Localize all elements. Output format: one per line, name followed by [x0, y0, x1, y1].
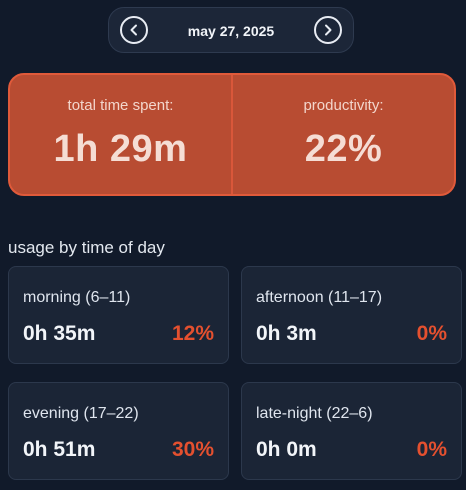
- next-day-button[interactable]: [314, 16, 342, 44]
- summary-card: total time spent: 1h 29m productivity: 2…: [8, 73, 456, 196]
- period-time: 0h 51m: [23, 438, 96, 461]
- productivity-label: productivity:: [303, 97, 384, 114]
- period-name: morning (6–11): [23, 289, 131, 306]
- period-name: afternoon (11–17): [256, 289, 383, 306]
- period-card-evening: evening (17–22) 0h 51m 30%: [8, 382, 229, 480]
- period-name: evening (17–22): [23, 405, 139, 422]
- total-time-section: total time spent: 1h 29m: [10, 75, 231, 194]
- usage-section-title: usage by time of day: [8, 238, 165, 257]
- chevron-left-icon: [130, 24, 137, 36]
- productivity-section: productivity: 22%: [233, 75, 454, 194]
- period-percent: 12%: [171, 322, 214, 345]
- page: may 27, 2025 total time spent: 1h 29m pr…: [0, 0, 466, 490]
- previous-day-button[interactable]: [120, 16, 148, 44]
- period-time: 0h 3m: [256, 322, 317, 345]
- total-time-label: total time spent:: [67, 97, 174, 114]
- period-percent: 0%: [416, 438, 447, 461]
- period-card-afternoon: afternoon (11–17) 0h 3m 0%: [241, 266, 462, 364]
- date-navigator: may 27, 2025: [108, 7, 354, 53]
- period-time: 0h 0m: [256, 438, 317, 461]
- period-percent: 30%: [171, 438, 214, 461]
- period-time: 0h 35m: [23, 322, 96, 345]
- productivity-value: 22%: [304, 128, 383, 170]
- total-time-value: 1h 29m: [53, 128, 188, 170]
- period-card-late-night: late-night (22–6) 0h 0m 0%: [241, 382, 462, 480]
- period-percent: 0%: [416, 322, 447, 345]
- chevron-right-icon: [325, 24, 332, 36]
- period-card-morning: morning (6–11) 0h 35m 12%: [8, 266, 229, 364]
- period-name: late-night (22–6): [256, 405, 373, 422]
